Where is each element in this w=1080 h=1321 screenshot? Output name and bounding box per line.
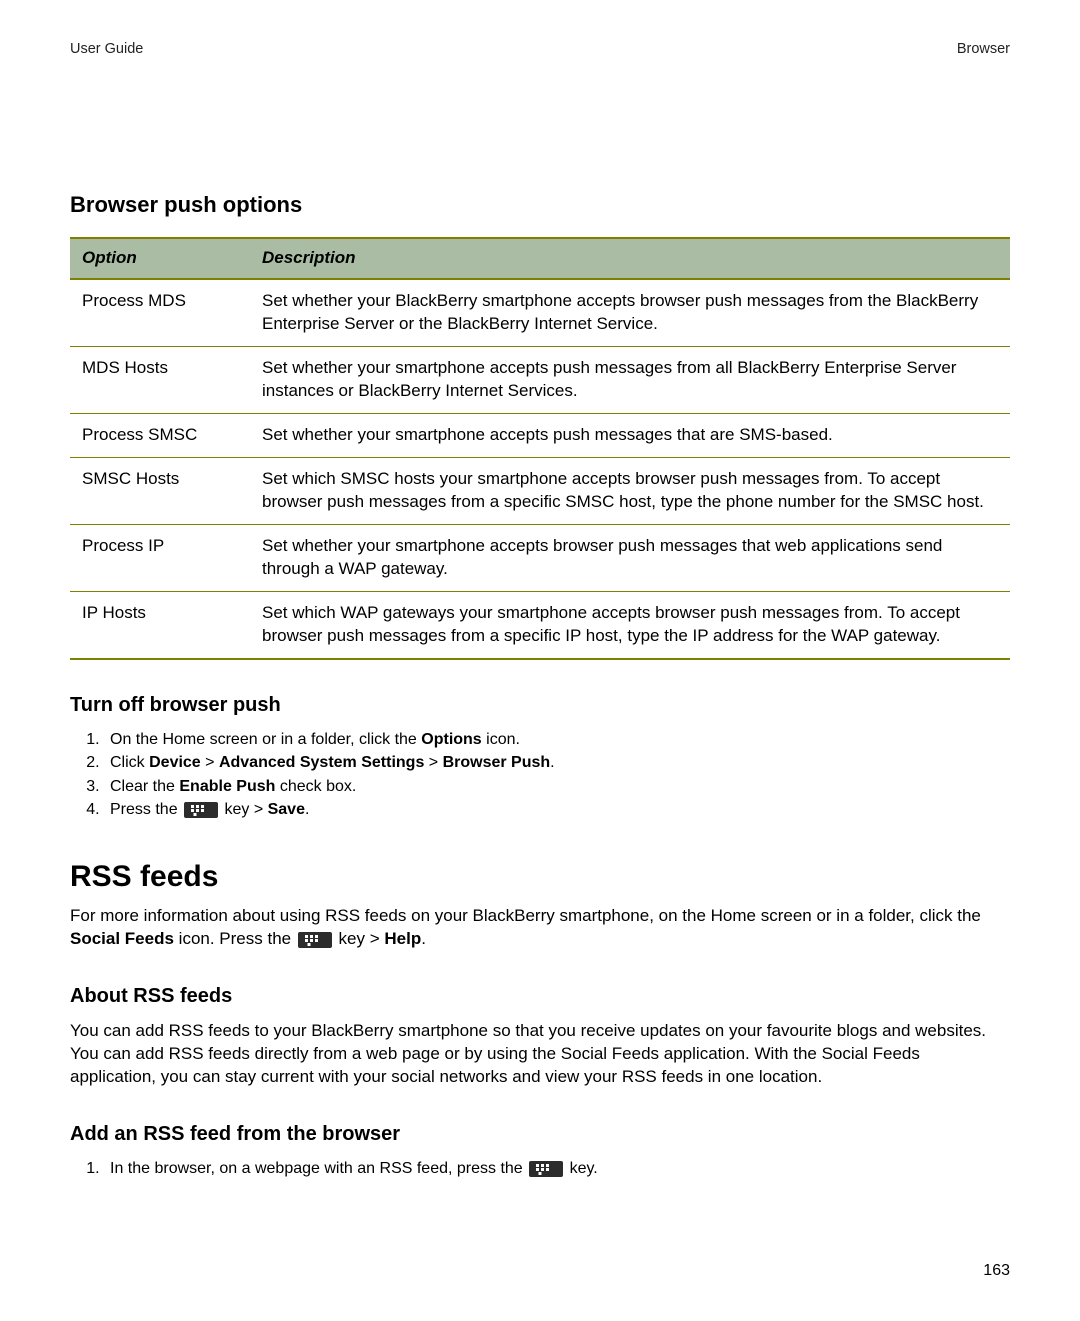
cell-desc: Set whether your smartphone accepts push… — [250, 347, 1010, 414]
table-row: MDS Hosts Set whether your smartphone ac… — [70, 347, 1010, 414]
rss-intro: For more information about using RSS fee… — [70, 905, 1010, 951]
section-turn-off-browser-push: Turn off browser push — [70, 692, 1010, 719]
add-rss-steps: In the browser, on a webpage with an RSS… — [70, 1158, 1010, 1180]
step: Clear the Enable Push check box. — [104, 776, 1010, 798]
cell-option: MDS Hosts — [70, 347, 250, 414]
table-row: Process IP Set whether your smartphone a… — [70, 524, 1010, 591]
step: On the Home screen or in a folder, click… — [104, 729, 1010, 751]
step: In the browser, on a webpage with an RSS… — [104, 1158, 1010, 1180]
step: Click Device > Advanced System Settings … — [104, 752, 1010, 774]
header-left: User Guide — [70, 40, 143, 60]
cell-option: Process IP — [70, 524, 250, 591]
page-number: 163 — [70, 1260, 1010, 1282]
blackberry-key-icon — [298, 932, 332, 948]
cell-option: IP Hosts — [70, 591, 250, 658]
chapter-rss-feeds: RSS feeds — [70, 857, 1010, 898]
table-row: Process SMSC Set whether your smartphone… — [70, 413, 1010, 457]
page-header: User Guide Browser — [70, 40, 1010, 60]
cell-desc: Set whether your smartphone accepts push… — [250, 413, 1010, 457]
table-row: IP Hosts Set which WAP gateways your sma… — [70, 591, 1010, 658]
section-add-rss-feed: Add an RSS feed from the browser — [70, 1121, 1010, 1148]
options-table: Option Description Process MDS Set wheth… — [70, 237, 1010, 659]
header-right: Browser — [957, 40, 1010, 60]
blackberry-key-icon — [184, 802, 218, 818]
table-row: Process MDS Set whether your BlackBerry … — [70, 279, 1010, 346]
step: Press the key > Save. — [104, 799, 1010, 821]
section-about-rss-feeds: About RSS feeds — [70, 983, 1010, 1010]
about-rss-text: You can add RSS feeds to your BlackBerry… — [70, 1020, 1010, 1089]
section-browser-push-options: Browser push options — [70, 190, 1010, 220]
cell-desc: Set which WAP gateways your smartphone a… — [250, 591, 1010, 658]
table-row: SMSC Hosts Set which SMSC hosts your sma… — [70, 457, 1010, 524]
turn-off-steps: On the Home screen or in a folder, click… — [70, 729, 1010, 821]
cell-option: Process SMSC — [70, 413, 250, 457]
cell-option: Process MDS — [70, 279, 250, 346]
cell-desc: Set whether your BlackBerry smartphone a… — [250, 279, 1010, 346]
cell-option: SMSC Hosts — [70, 457, 250, 524]
cell-desc: Set which SMSC hosts your smartphone acc… — [250, 457, 1010, 524]
col-description: Description — [250, 238, 1010, 279]
blackberry-key-icon — [529, 1161, 563, 1177]
cell-desc: Set whether your smartphone accepts brow… — [250, 524, 1010, 591]
col-option: Option — [70, 238, 250, 279]
